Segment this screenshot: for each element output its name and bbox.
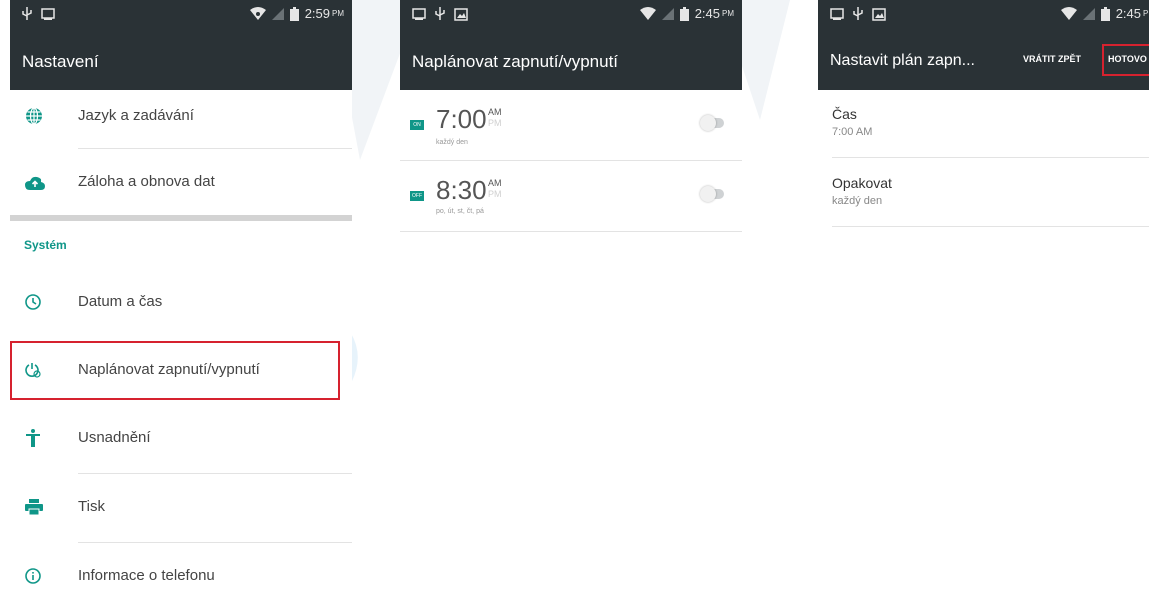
menu-item-backup[interactable]: Záloha a obnova dat — [10, 149, 352, 215]
status-bar: 2:59 PM — [10, 0, 352, 30]
no-signal-icon — [1082, 7, 1095, 20]
gallery-icon — [872, 7, 886, 21]
usb-icon — [853, 7, 863, 20]
app-bar: Naplánovat zapnutí/vypnutí — [400, 30, 742, 90]
schedule-item[interactable]: OFF 8:30 AM PM po, út, st, čt, pá — [400, 161, 742, 231]
cloud-upload-icon — [24, 174, 46, 192]
status-ampm: PM — [1143, 9, 1149, 18]
menu-item-date-time[interactable]: Datum a čas — [10, 271, 352, 337]
schedule-repeat: každý den — [436, 139, 468, 146]
highlight-box — [10, 341, 340, 400]
schedule-toggle[interactable] — [700, 185, 726, 203]
undo-button[interactable]: VRÁTIT ZPĚT — [1023, 54, 1081, 64]
no-signal-icon — [661, 7, 674, 20]
time-setting-row[interactable]: Čas 7:00 AM — [832, 90, 1149, 157]
schedule-edit-screen: 2:45 PM Nastavit plán zapn... VRÁTIT ZPĚ… — [818, 0, 1149, 610]
battery-icon — [679, 6, 689, 21]
no-signal-icon — [271, 7, 284, 20]
done-button[interactable]: HOTOVO — [1102, 44, 1149, 76]
setting-value: 7:00 AM — [832, 126, 873, 138]
status-time: 2:45 — [694, 6, 720, 21]
off-badge: OFF — [410, 191, 424, 201]
page-title: Nastavení — [22, 52, 99, 71]
on-badge: ON — [410, 120, 424, 130]
clock-icon — [24, 293, 42, 311]
menu-item-print[interactable]: Tisk — [10, 474, 352, 542]
menu-item-label: Usnadnění — [78, 429, 151, 446]
setting-label: Čas — [832, 106, 857, 122]
section-header: Systém — [24, 238, 67, 252]
schedule-time: 7:00 — [436, 104, 487, 134]
menu-item-label: Záloha a obnova dat — [78, 173, 215, 190]
menu-item-about-phone[interactable]: Informace o telefonu — [10, 543, 352, 610]
battery-icon — [1100, 6, 1110, 21]
info-icon — [24, 567, 42, 585]
done-button-label: HOTOVO — [1108, 54, 1147, 64]
screenshot-icon — [830, 8, 844, 20]
globe-icon — [24, 106, 44, 126]
status-time: 2:45 — [1115, 6, 1141, 21]
menu-item-label: Jazyk a zadávání — [78, 107, 194, 124]
status-bar: 2:45 PM — [400, 0, 742, 30]
settings-screen: 2:59 PM Nastavení Jazyk a zadávání Záloh… — [10, 0, 352, 610]
schedule-toggle[interactable] — [700, 114, 726, 132]
repeat-setting-row[interactable]: Opakovat každý den — [832, 158, 1149, 226]
status-bar: 2:45 PM — [818, 0, 1149, 30]
app-bar: Nastavení — [10, 30, 352, 90]
page-title: Nastavit plán zapn... — [830, 52, 975, 69]
divider — [400, 231, 742, 232]
schedule-pm: PM — [488, 189, 502, 199]
status-ampm: PM — [332, 9, 344, 18]
battery-icon — [289, 6, 299, 21]
divider — [832, 226, 1149, 227]
schedule-item[interactable]: ON 7:00 AM PM každý den — [400, 90, 742, 160]
accessibility-icon — [24, 429, 42, 447]
screenshot-icon — [41, 8, 55, 20]
schedule-time: 8:30 — [436, 175, 487, 205]
setting-label: Opakovat — [832, 175, 892, 191]
menu-item-label: Datum a čas — [78, 293, 163, 310]
setting-value: každý den — [832, 195, 883, 207]
menu-item-label: Tisk — [78, 498, 105, 515]
app-bar: Nastavit plán zapn... VRÁTIT ZPĚT HOTOVO — [818, 30, 1149, 90]
usb-icon — [22, 7, 32, 20]
screenshot-icon — [412, 8, 426, 20]
wifi-icon — [1060, 7, 1077, 20]
schedule-list-screen: 2:45 PM Naplánovat zapnutí/vypnutí ON 7:… — [400, 0, 742, 610]
status-time: 2:59 — [304, 6, 330, 21]
section-separator — [10, 215, 352, 221]
menu-item-label: Informace o telefonu — [78, 567, 215, 584]
printer-icon — [24, 498, 44, 516]
gallery-icon — [454, 7, 468, 21]
schedule-repeat: po, út, st, čt, pá — [436, 208, 484, 215]
menu-item-accessibility[interactable]: Usnadnění — [10, 405, 352, 473]
usb-icon — [435, 7, 445, 20]
wifi-icon — [639, 7, 656, 20]
wifi-icon — [249, 7, 266, 20]
menu-item-language[interactable]: Jazyk a zadávání — [10, 90, 352, 148]
schedule-am: AM — [488, 107, 502, 117]
schedule-am: AM — [488, 178, 502, 188]
schedule-pm: PM — [488, 118, 502, 128]
status-ampm: PM — [722, 9, 734, 18]
page-title: Naplánovat zapnutí/vypnutí — [412, 52, 619, 71]
